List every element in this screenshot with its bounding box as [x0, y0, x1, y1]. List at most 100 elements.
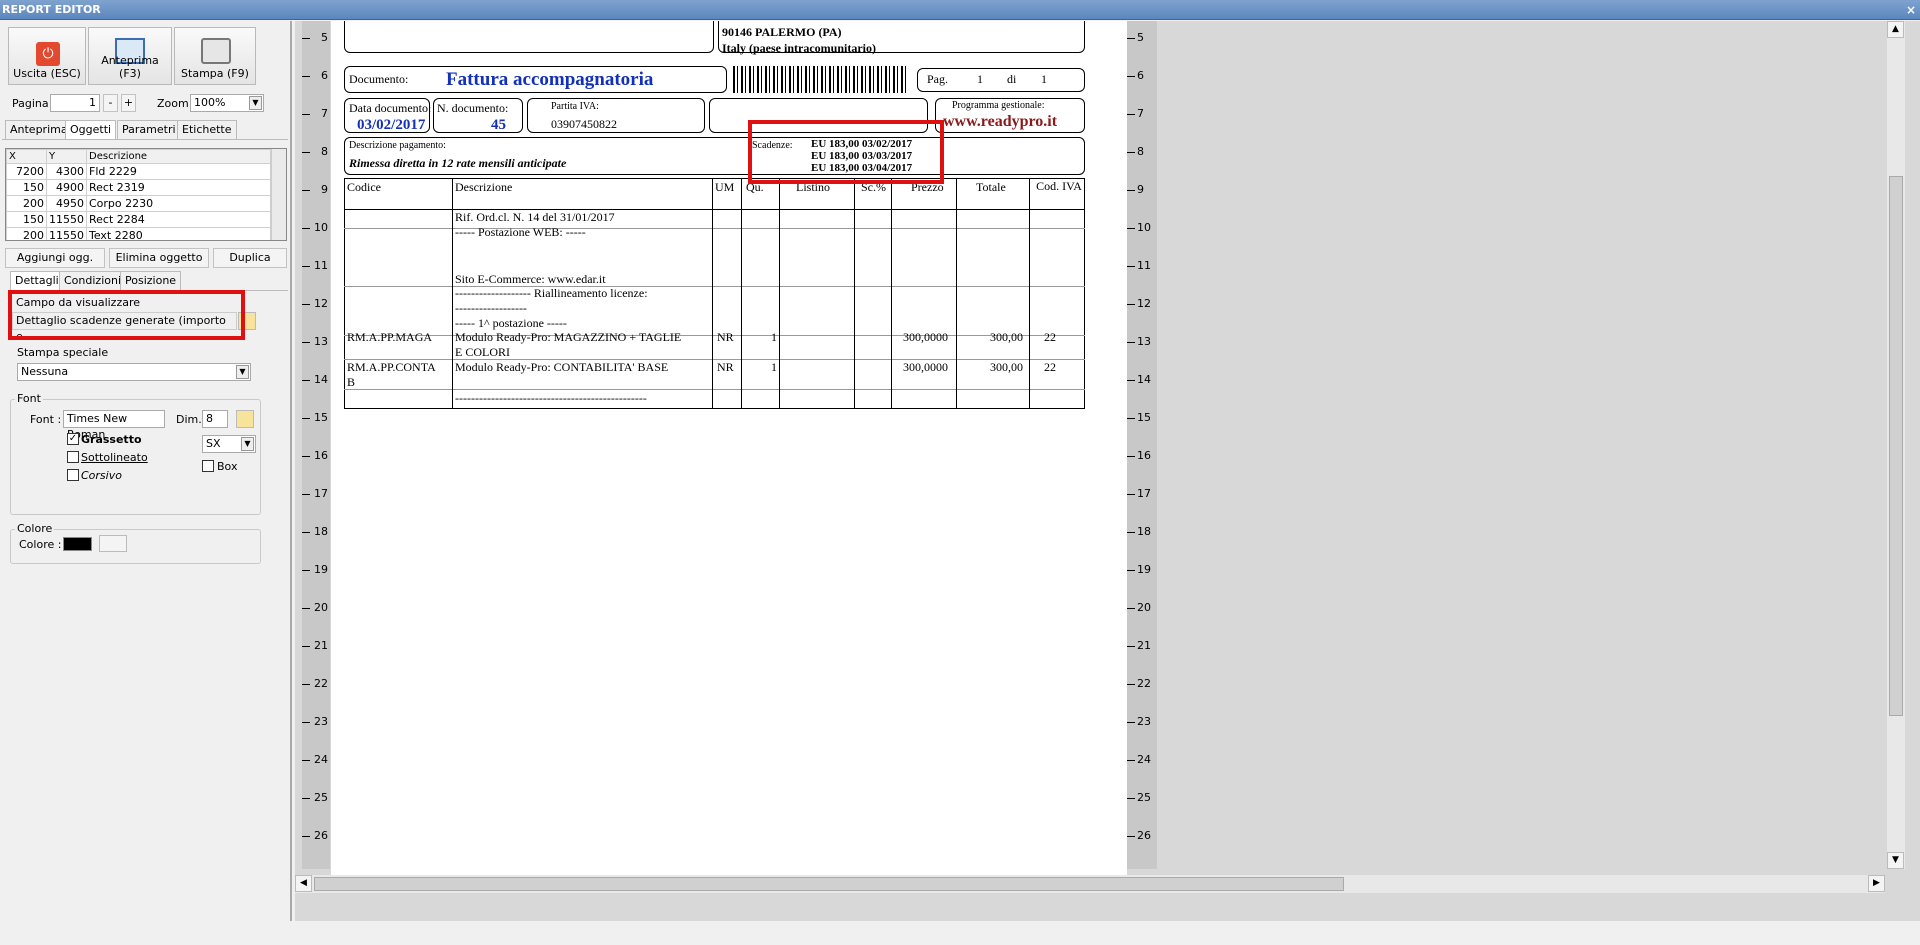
ruler-tick — [302, 456, 310, 457]
folder-icon[interactable] — [236, 410, 254, 428]
page-input[interactable]: 1 — [50, 94, 100, 112]
printer-icon — [201, 38, 231, 64]
horizontal-scrollbar[interactable]: ◀ ▶ — [295, 875, 1885, 893]
chevron-down-icon[interactable]: ▼ — [236, 365, 249, 379]
date-label: Data documento: — [349, 101, 432, 115]
col-header-x[interactable]: X — [6, 149, 47, 164]
delete-object-button[interactable]: Elimina oggetto — [109, 248, 209, 268]
duplicate-button[interactable]: Duplica — [213, 248, 287, 268]
window-title: REPORT EDITOR — [0, 0, 1920, 20]
tab-parametri[interactable]: Parametri — [117, 120, 181, 139]
page-label: Pagina — [12, 97, 49, 110]
ruler-tick — [302, 380, 310, 381]
item2-vat: 22 — [1044, 360, 1056, 374]
table-row[interactable]: 200 11550 Text 2280 — [6, 227, 271, 240]
ruler-mark: 5 — [1137, 31, 1144, 44]
horizontal-scroll-thumb[interactable] — [314, 877, 1344, 891]
objects-grid[interactable]: X Y Descrizione 7200 4300 Fld 2229 150 4900… — [5, 148, 287, 241]
tab-condizioni[interactable]: Condizioni — [59, 271, 127, 290]
col-um: UM — [715, 180, 735, 194]
tab-etichette[interactable]: Etichette — [177, 120, 237, 139]
table-row[interactable]: 150 11550 Rect 2284 — [6, 211, 271, 228]
report-page: 90146 PALERMO (PA) Italy (paese intracom… — [331, 21, 1127, 885]
item2-price: 300,0000 — [903, 360, 948, 374]
piva-label: Partita IVA: — [551, 101, 599, 112]
ruler-tick — [1127, 342, 1135, 343]
barcode — [733, 66, 908, 93]
ruler-mark: 22 — [1137, 677, 1151, 690]
chevron-down-icon[interactable]: ▼ — [249, 96, 262, 110]
highlight-box — [8, 290, 245, 340]
scroll-right-icon[interactable]: ▶ — [1868, 875, 1885, 892]
underline-checkbox[interactable] — [67, 451, 79, 463]
scroll-left-icon[interactable]: ◀ — [295, 875, 312, 892]
row-divider — [344, 389, 1085, 390]
ruler-tick — [1127, 228, 1135, 229]
ruler-tick — [302, 38, 310, 39]
web-station: ----- Postazione WEB: ----- — [455, 225, 586, 239]
exit-button[interactable]: ⏻ Uscita (ESC) — [8, 27, 86, 85]
ruler-mark: 25 — [1137, 791, 1151, 804]
col-header-y[interactable]: Y — [46, 149, 87, 164]
table-row[interactable]: 7200 4300 Fld 2229 — [6, 163, 271, 180]
vertical-scrollbar[interactable]: ▲ ▼ — [1887, 21, 1905, 869]
add-object-button[interactable]: Aggiungi ogg.(F4) — [5, 248, 105, 282]
print-button[interactable]: Stampa (F9) — [174, 27, 256, 85]
ruler-tick — [1127, 646, 1135, 647]
font-size-input[interactable]: 8 — [202, 410, 228, 428]
item2-code: RM.A.PP.CONTA — [347, 360, 436, 374]
col-vat: Cod. IVA — [1036, 179, 1082, 193]
page-minus-button[interactable]: - — [103, 94, 118, 112]
number-value: 45 — [491, 117, 506, 133]
preview-button[interactable]: Anteprima (F3) — [88, 27, 172, 85]
ruler-tick — [302, 684, 310, 685]
ruler-tick — [302, 342, 310, 343]
ruler-tick — [302, 190, 310, 191]
table-row[interactable]: 200 4950 Corpo 2230 — [6, 195, 271, 212]
di-label: di — [1007, 72, 1017, 86]
col-header-desc[interactable]: Descrizione — [86, 149, 271, 164]
ruler-tick — [1127, 570, 1135, 571]
ruler-tick — [1127, 456, 1135, 457]
ruler-tick — [302, 228, 310, 229]
ruler-tick — [1127, 304, 1135, 305]
tab-divider — [2, 139, 288, 140]
ruler-tick — [1127, 114, 1135, 115]
grid-scrollbar[interactable] — [271, 149, 286, 240]
chevron-down-icon[interactable]: ▼ — [241, 437, 254, 451]
ruler-mark: 6 — [1137, 69, 1144, 82]
bold-checkbox[interactable]: ✓ — [67, 433, 79, 445]
address-line-2: Italy (paese intracomunitario) — [722, 41, 876, 55]
tab-posizione[interactable]: Posizione — [120, 271, 182, 290]
color-swatch[interactable] — [63, 537, 92, 551]
scroll-down-icon[interactable]: ▼ — [1887, 852, 1904, 869]
col-descrizione: Descrizione — [455, 180, 513, 194]
ruler-tick — [1127, 266, 1135, 267]
col-divider — [741, 178, 742, 409]
scroll-up-icon[interactable]: ▲ — [1887, 21, 1904, 38]
tab-dettagli[interactable]: Dettagli — [10, 271, 64, 290]
tab-anteprima[interactable]: Anteprima — [5, 120, 73, 139]
special-print-select[interactable]: Nessuna — [17, 363, 251, 381]
close-icon[interactable]: × — [1906, 0, 1916, 20]
italic-checkbox[interactable] — [67, 469, 79, 481]
pag-label: Pag. — [927, 72, 948, 86]
special-print-title: Stampa speciale — [17, 346, 109, 359]
pag-total: 1 — [1041, 72, 1047, 86]
table-row[interactable]: 150 4900 Rect 2319 — [6, 179, 271, 196]
ruler-mark: 20 — [1137, 601, 1151, 614]
program-label: Programma gestionale: — [952, 100, 1045, 111]
item1-code: RM.A.PP.MAGA — [347, 330, 433, 344]
folder-icon[interactable] — [99, 535, 127, 552]
ruler-mark: 23 — [1137, 715, 1151, 728]
item2-um: NR — [717, 360, 734, 374]
first-station: ----- 1^ postazione ----- — [455, 316, 567, 330]
vertical-scroll-thumb[interactable] — [1889, 176, 1903, 716]
box-checkbox[interactable] — [202, 460, 214, 472]
ruler-tick — [302, 760, 310, 761]
ruler-tick — [1127, 608, 1135, 609]
tab-oggetti[interactable]: Oggetti — [65, 120, 117, 139]
font-name-input[interactable]: Times New Roman — [63, 410, 165, 441]
ruler-tick — [1127, 76, 1135, 77]
page-plus-button[interactable]: + — [121, 94, 136, 112]
